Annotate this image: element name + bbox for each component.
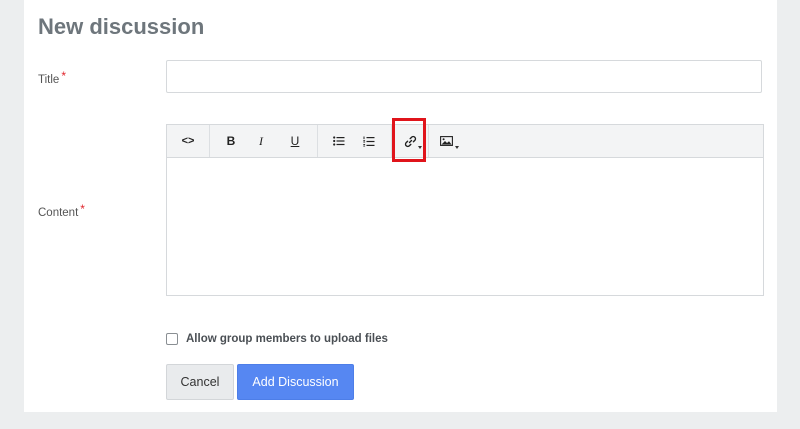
required-marker: * xyxy=(61,69,66,83)
cancel-button[interactable]: Cancel xyxy=(166,364,234,400)
bullet-list-button[interactable] xyxy=(327,125,351,157)
title-label: Title * xyxy=(38,69,66,86)
content-editable-area[interactable] xyxy=(167,158,763,296)
numbered-list-icon xyxy=(363,136,375,146)
image-button[interactable] xyxy=(433,125,459,157)
bullet-list-icon xyxy=(333,136,345,146)
underline-button[interactable]: U xyxy=(283,125,307,157)
italic-button[interactable]: I xyxy=(249,125,273,157)
content-label-text: Content xyxy=(38,207,79,219)
upload-option[interactable]: Allow group members to upload files xyxy=(166,333,388,345)
content-label: Content * xyxy=(38,202,85,219)
rich-text-editor: <> B I U xyxy=(166,124,764,296)
new-discussion-card: New discussion Title * Content * <> B I U xyxy=(24,0,777,412)
image-icon xyxy=(439,136,453,146)
toolbar-divider xyxy=(391,125,392,157)
link-icon xyxy=(404,135,416,147)
link-button[interactable] xyxy=(397,125,423,157)
upload-checkbox-label: Allow group members to upload files xyxy=(186,333,388,345)
toolbar-divider xyxy=(317,125,318,157)
required-marker: * xyxy=(80,202,85,216)
page-title: New discussion xyxy=(38,14,205,39)
editor-toolbar: <> B I U xyxy=(167,125,763,158)
code-view-button[interactable]: <> xyxy=(167,125,209,157)
chevron-down-icon xyxy=(418,146,422,149)
numbered-list-button[interactable] xyxy=(357,125,381,157)
add-discussion-button[interactable]: Add Discussion xyxy=(237,364,354,400)
title-input[interactable] xyxy=(166,60,762,93)
title-label-text: Title xyxy=(38,74,60,86)
toolbar-divider xyxy=(428,125,429,157)
bold-button[interactable]: B xyxy=(219,125,243,157)
toolbar-divider xyxy=(209,125,210,157)
upload-checkbox[interactable] xyxy=(166,333,178,345)
chevron-down-icon xyxy=(455,146,459,149)
